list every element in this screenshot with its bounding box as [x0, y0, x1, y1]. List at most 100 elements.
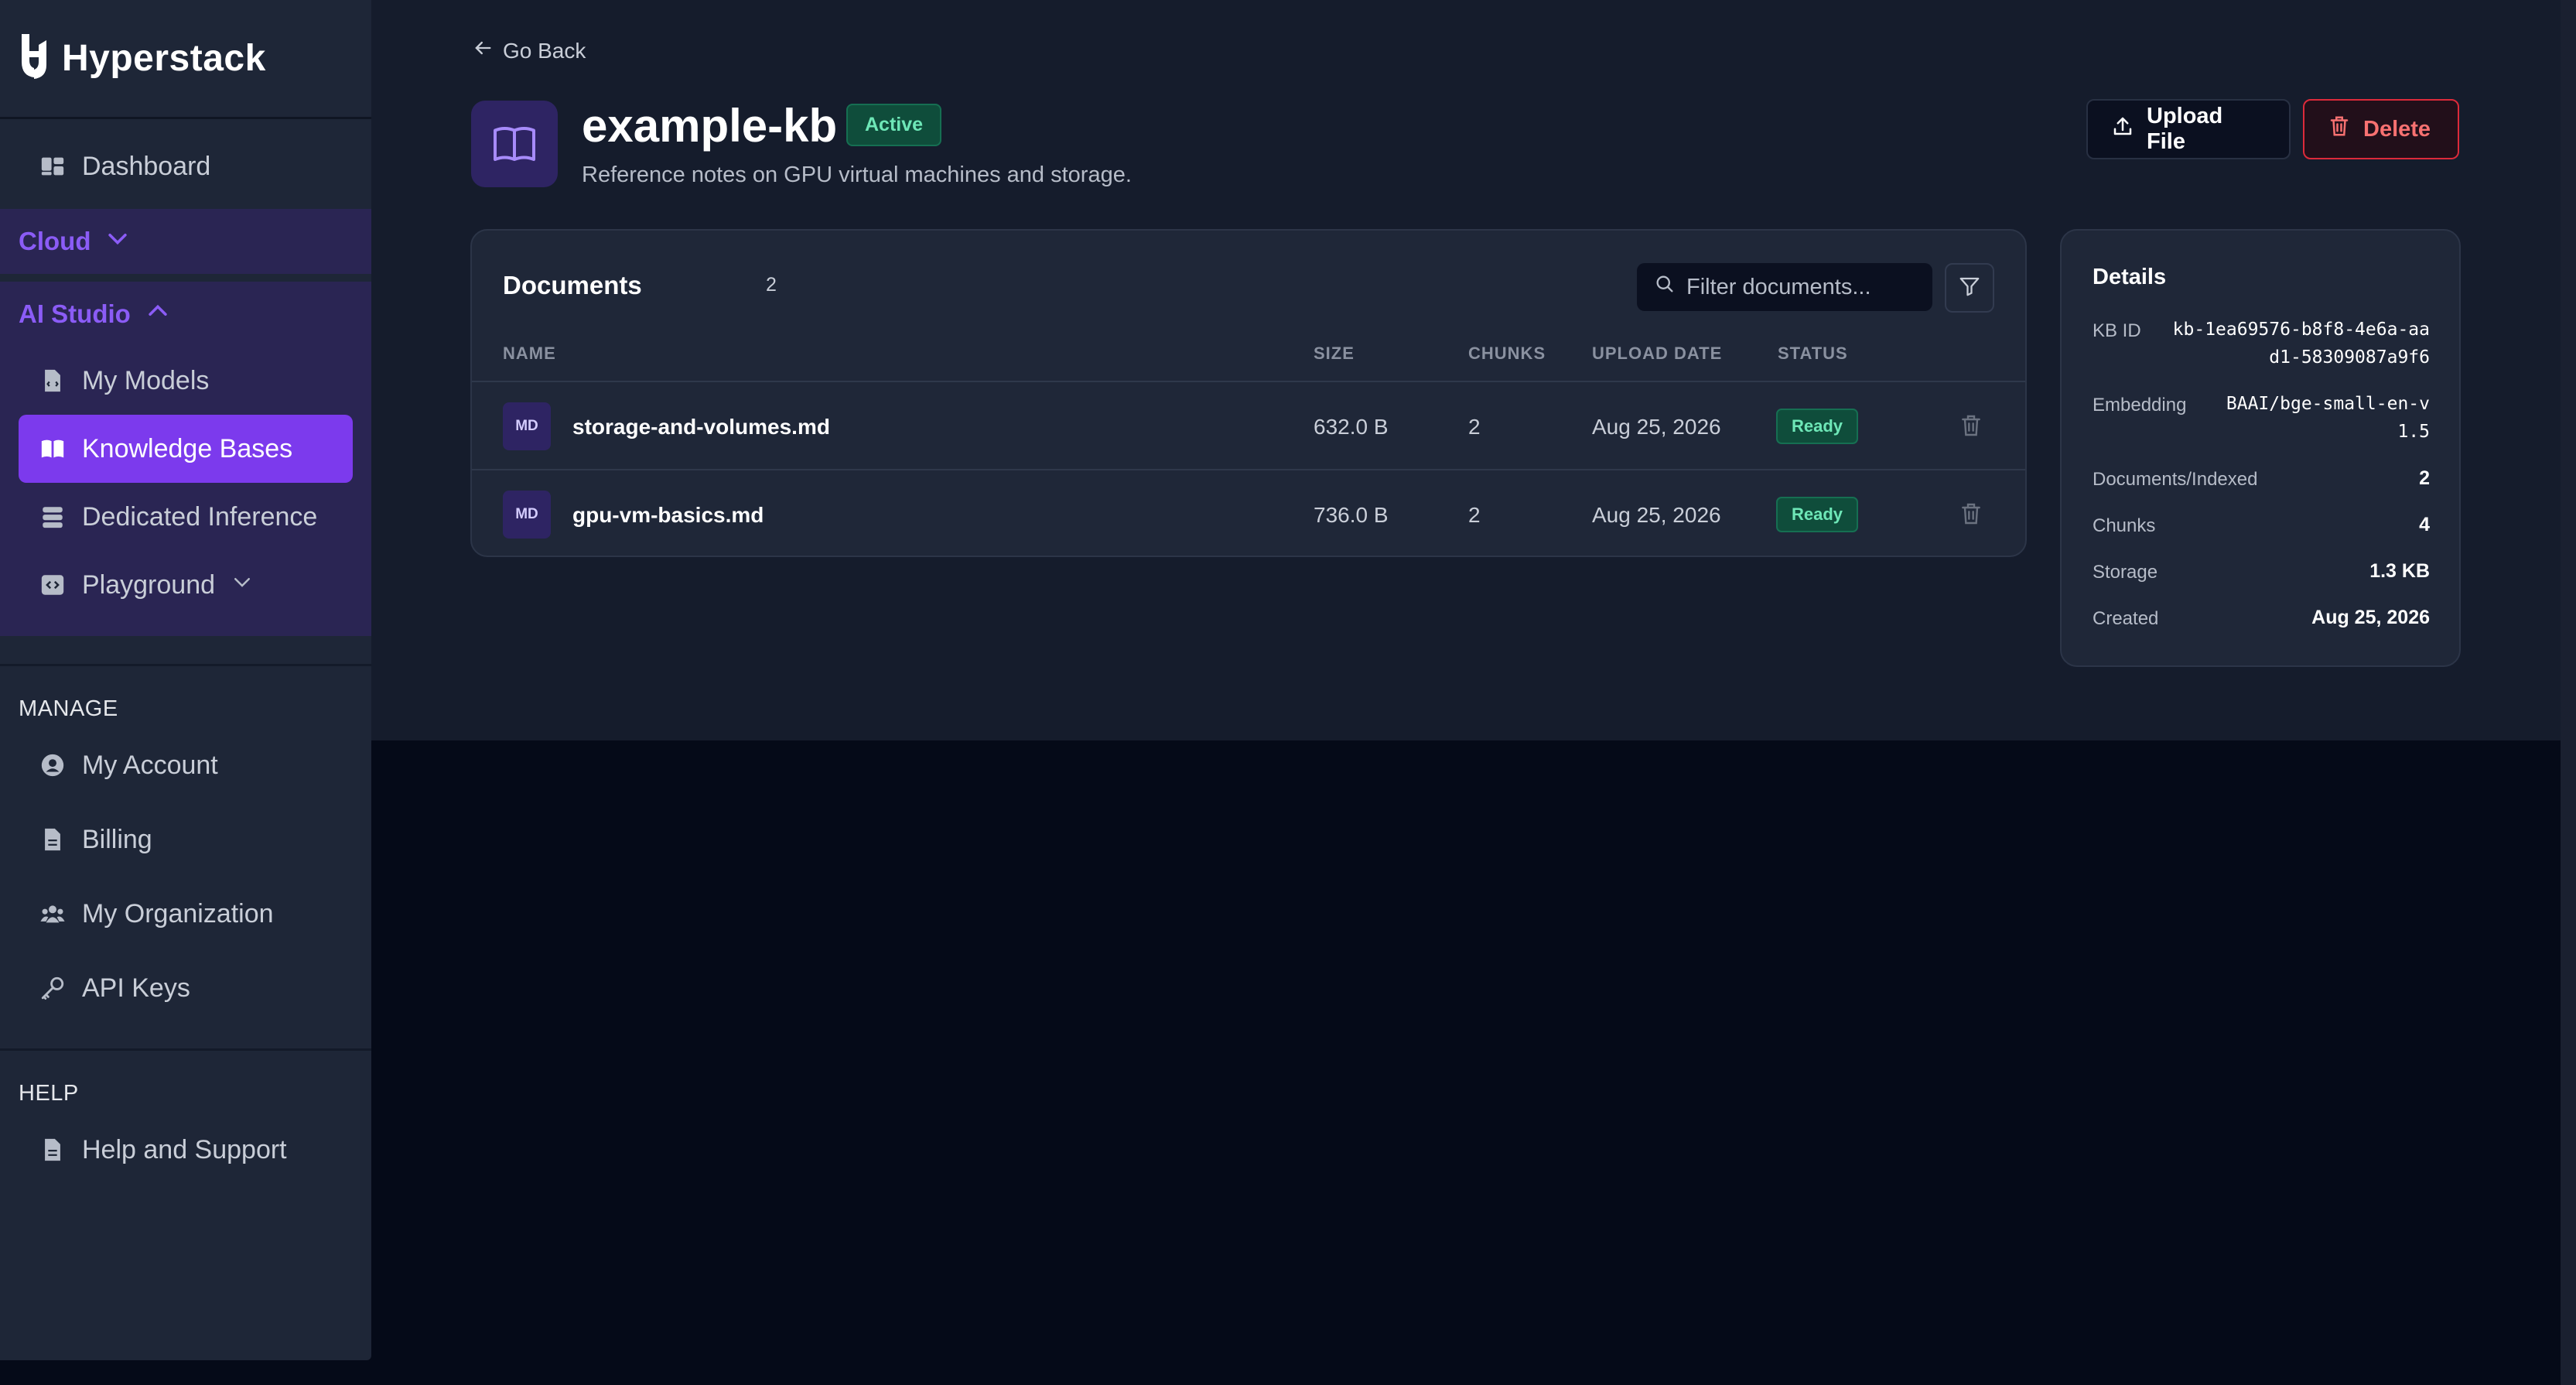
kb-id-value: kb-1ea69576-b8f8-4e6a-aa d1-58309087a9f6	[2173, 316, 2430, 371]
storage-value: 1.3 KB	[2369, 560, 2430, 582]
book-open-icon	[39, 435, 67, 463]
chevron-up-icon	[145, 298, 171, 330]
sidebar-item-billing[interactable]: Billing	[0, 802, 371, 877]
key-icon	[39, 974, 67, 1002]
filter-button[interactable]	[1945, 263, 1994, 313]
search-icon	[1654, 273, 1676, 301]
filter-icon	[1958, 275, 1981, 302]
documents-count: 2	[766, 274, 777, 296]
cloud-label: Cloud	[19, 227, 91, 255]
cloud-group: Cloud	[0, 209, 371, 274]
upload-file-label: Upload File	[2147, 104, 2223, 154]
knowledge-base-icon	[471, 101, 558, 187]
embedding-line: 1.5	[2397, 422, 2430, 442]
cloud-group-toggle[interactable]: Cloud	[0, 209, 371, 274]
column-header-chunks[interactable]: CHUNKS	[1468, 344, 1546, 364]
filter-documents-input[interactable]: Filter documents...	[1637, 263, 1932, 311]
manage-section-label: MANAGE	[19, 696, 118, 721]
delete-button[interactable]: Delete	[2303, 99, 2459, 159]
markdown-file-icon: MD	[503, 491, 551, 539]
dashboard-icon	[39, 152, 67, 180]
sidebar-item-knowledge-bases[interactable]: Knowledge Bases	[19, 415, 353, 483]
sidebar-item-help-support[interactable]: Help and Support	[0, 1113, 371, 1187]
go-back-label: Go Back	[503, 38, 586, 63]
kb-id-line: d1-58309087a9f6	[2269, 347, 2430, 368]
server-stack-icon	[39, 503, 67, 531]
trash-icon	[1962, 415, 1980, 436]
document-name[interactable]: storage-and-volumes.md	[572, 415, 830, 439]
brand-name: Hyperstack	[62, 38, 266, 79]
file-invoice-icon	[39, 826, 67, 853]
sidebar-item-label: Dashboard	[82, 151, 211, 181]
ai-studio-group: AI Studio My Models Knowledge Bases Dedi…	[0, 282, 371, 636]
column-header-upload-date[interactable]: UPLOAD DATE	[1592, 344, 1722, 364]
markdown-file-icon: MD	[503, 402, 551, 450]
status-badge: Ready	[1776, 409, 1859, 444]
chunks-label: Chunks	[2093, 515, 2156, 536]
trash-icon	[1962, 503, 1980, 525]
help-section-label: HELP	[19, 1081, 79, 1106]
details-card: Details KB ID kb-1ea69576-b8f8-4e6a-aa d…	[2060, 229, 2461, 667]
sidebar-item-dedicated-inference[interactable]: Dedicated Inference	[0, 483, 371, 551]
sidebar-item-label: Dedicated Inference	[82, 501, 318, 532]
brand[interactable]: Hyperstack	[0, 0, 371, 119]
table-row[interactable]: MD storage-and-volumes.md 632.0 B 2 Aug …	[472, 382, 2025, 470]
document-upload-date: Aug 25, 2026	[1592, 503, 1721, 527]
column-header-status[interactable]: STATUS	[1778, 344, 1848, 364]
delete-document-button[interactable]	[1959, 501, 1983, 526]
delete-document-button[interactable]	[1959, 413, 1983, 438]
documents-indexed-value: 2	[2419, 467, 2430, 489]
document-name[interactable]: gpu-vm-basics.md	[572, 503, 764, 528]
embedding-line: BAAI/bge-small-en-v	[2226, 394, 2430, 414]
hyperstack-logo-icon	[17, 31, 51, 86]
upload-icon	[2111, 115, 2134, 144]
users-icon	[39, 900, 67, 928]
sidebar-item-my-account[interactable]: My Account	[0, 728, 371, 802]
embedding-value: BAAI/bge-small-en-v 1.5	[2226, 390, 2430, 446]
sidebar-item-label: My Organization	[82, 898, 274, 928]
status-badge: Ready	[1776, 497, 1859, 532]
document-size: 736.0 B	[1314, 503, 1389, 527]
main-content: Go Back example-kb Active Reference note…	[371, 0, 2561, 740]
document-upload-date: Aug 25, 2026	[1592, 415, 1721, 439]
upload-file-button[interactable]: Upload File	[2086, 99, 2291, 159]
trash-icon	[2328, 115, 2351, 144]
sidebar-item-label: My Account	[82, 750, 218, 780]
chevron-down-icon	[104, 225, 131, 258]
details-title: Details	[2093, 265, 2167, 289]
documents-indexed-label: Documents/Indexed	[2093, 469, 2258, 490]
document-size: 632.0 B	[1314, 415, 1389, 439]
sidebar-item-api-keys[interactable]: API Keys	[0, 951, 371, 1025]
chevron-down-icon	[231, 570, 254, 600]
delete-label: Delete	[2363, 116, 2431, 142]
page-title: example-kb	[582, 100, 838, 152]
column-header-name[interactable]: NAME	[503, 344, 556, 364]
created-label: Created	[2093, 608, 2159, 629]
app-root: Hyperstack Dashboard Cloud AI Studio My …	[0, 0, 2576, 1385]
file-text-icon	[39, 1136, 67, 1164]
page-description: Reference notes on GPU virtual machines …	[582, 162, 1132, 187]
sidebar-item-my-organization[interactable]: My Organization	[0, 877, 371, 951]
code-window-icon	[39, 571, 67, 599]
sidebar-item-label: Knowledge Bases	[82, 433, 293, 463]
sidebar-item-label: API Keys	[82, 973, 190, 1003]
arrow-left-icon	[472, 37, 494, 64]
file-code-icon	[39, 367, 67, 395]
table-row[interactable]: MD gpu-vm-basics.md 736.0 B 2 Aug 25, 20…	[472, 470, 2025, 556]
user-circle-icon	[39, 751, 67, 779]
column-header-size[interactable]: SIZE	[1314, 344, 1355, 364]
sidebar-item-playground[interactable]: Playground	[0, 551, 371, 619]
sidebar-item-my-models[interactable]: My Models	[0, 347, 371, 415]
go-back-link[interactable]: Go Back	[472, 37, 586, 64]
storage-label: Storage	[2093, 562, 2158, 583]
documents-title: Documents	[503, 271, 642, 299]
sidebar: Hyperstack Dashboard Cloud AI Studio My …	[0, 0, 371, 1360]
document-chunks: 2	[1468, 415, 1481, 439]
page-scrollbar[interactable]	[2561, 0, 2576, 1385]
sidebar-item-label: Playground	[82, 569, 216, 600]
ai-studio-group-toggle[interactable]: AI Studio	[0, 282, 371, 347]
kb-id-line: kb-1ea69576-b8f8-4e6a-aa	[2172, 320, 2430, 340]
sidebar-item-dashboard[interactable]: Dashboard	[0, 135, 371, 198]
kb-id-label: KB ID	[2093, 320, 2141, 341]
documents-card: Documents 2 Filter documents... NAME SIZ…	[470, 229, 2027, 557]
